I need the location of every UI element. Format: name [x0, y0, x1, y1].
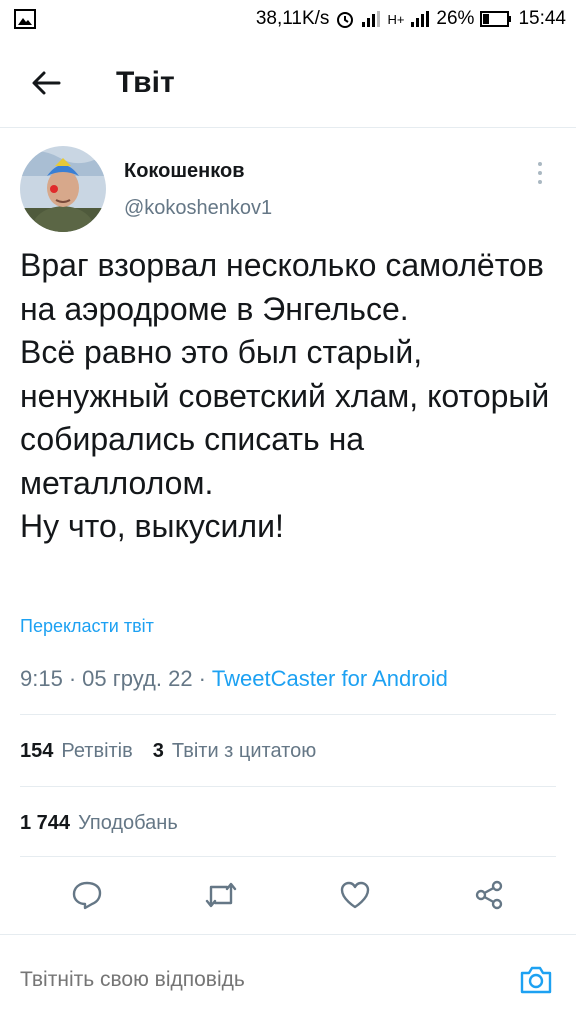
retweet-button[interactable]	[199, 873, 243, 917]
quotes-count[interactable]: 3	[153, 740, 164, 763]
divider	[20, 786, 556, 787]
tweet-date: 05 груд. 22	[82, 666, 193, 691]
share-button[interactable]	[467, 873, 511, 917]
net-speed: 38,11K/s	[255, 8, 330, 29]
signal-icon	[361, 10, 381, 28]
avatar[interactable]	[20, 146, 106, 232]
likes-label[interactable]: Уподобань	[78, 812, 178, 835]
tweet-actions	[0, 860, 576, 930]
meta-separator: ·	[68, 666, 77, 691]
signal-icon	[410, 10, 430, 28]
reply-input[interactable]	[20, 967, 516, 992]
retweets-count[interactable]: 154	[20, 740, 53, 763]
retweet-icon	[205, 882, 237, 908]
quotes-label[interactable]: Твіти з цитатою	[172, 740, 316, 763]
meta-separator: ·	[198, 666, 206, 691]
retweet-stats: 154 Ретвітів 3 Твіти з цитатою	[20, 736, 316, 766]
more-vertical-icon	[538, 162, 542, 166]
status-right: 38,11K/s H+ 26% 15:44	[256, 8, 566, 30]
divider	[20, 856, 556, 857]
tweet-author: Кокошенков @kokoshenkov1	[20, 146, 556, 238]
author-names: Кокошенков @kokoshenkov1	[124, 160, 272, 220]
header: Твіт	[0, 38, 576, 128]
translate-tweet-link[interactable]: Перекласти твіт	[20, 616, 154, 637]
network-type: H+	[387, 11, 405, 27]
tweet-time: 9:15	[20, 666, 63, 691]
tweet-meta: 9:15 · 05 груд. 22 · TweetCaster for And…	[20, 666, 448, 692]
back-button[interactable]	[16, 53, 76, 113]
retweets-label[interactable]: Ретвітів	[61, 740, 132, 763]
status-bar: 38,11K/s H+ 26% 15:44	[0, 0, 576, 38]
likes-count[interactable]: 1 744	[20, 812, 70, 835]
camera-icon	[520, 966, 552, 993]
alarm-icon	[335, 9, 355, 29]
more-options-button[interactable]	[528, 158, 552, 188]
like-button[interactable]	[333, 873, 377, 917]
share-icon	[475, 880, 503, 910]
battery-icon	[480, 10, 512, 28]
reply-icon	[72, 881, 102, 910]
reply-button[interactable]	[65, 873, 109, 917]
tweet-client-link[interactable]: TweetCaster for Android	[212, 666, 448, 692]
display-name[interactable]: Кокошенков	[124, 160, 272, 183]
back-arrow-icon	[32, 71, 61, 94]
reply-bar	[0, 934, 576, 1024]
divider	[20, 714, 556, 715]
like-icon	[340, 881, 370, 909]
camera-button[interactable]	[516, 960, 556, 1000]
clock: 15:44	[518, 8, 566, 29]
battery-percent: 26%	[436, 8, 475, 29]
user-handle[interactable]: @kokoshenkov1	[124, 197, 272, 220]
image-icon	[14, 9, 36, 29]
page-title: Твіт	[116, 65, 175, 99]
like-stats: 1 744 Уподобань	[20, 808, 178, 838]
tweet-text: Враг взорвал несколько самолётов на аэро…	[20, 247, 550, 544]
status-left	[14, 9, 36, 29]
